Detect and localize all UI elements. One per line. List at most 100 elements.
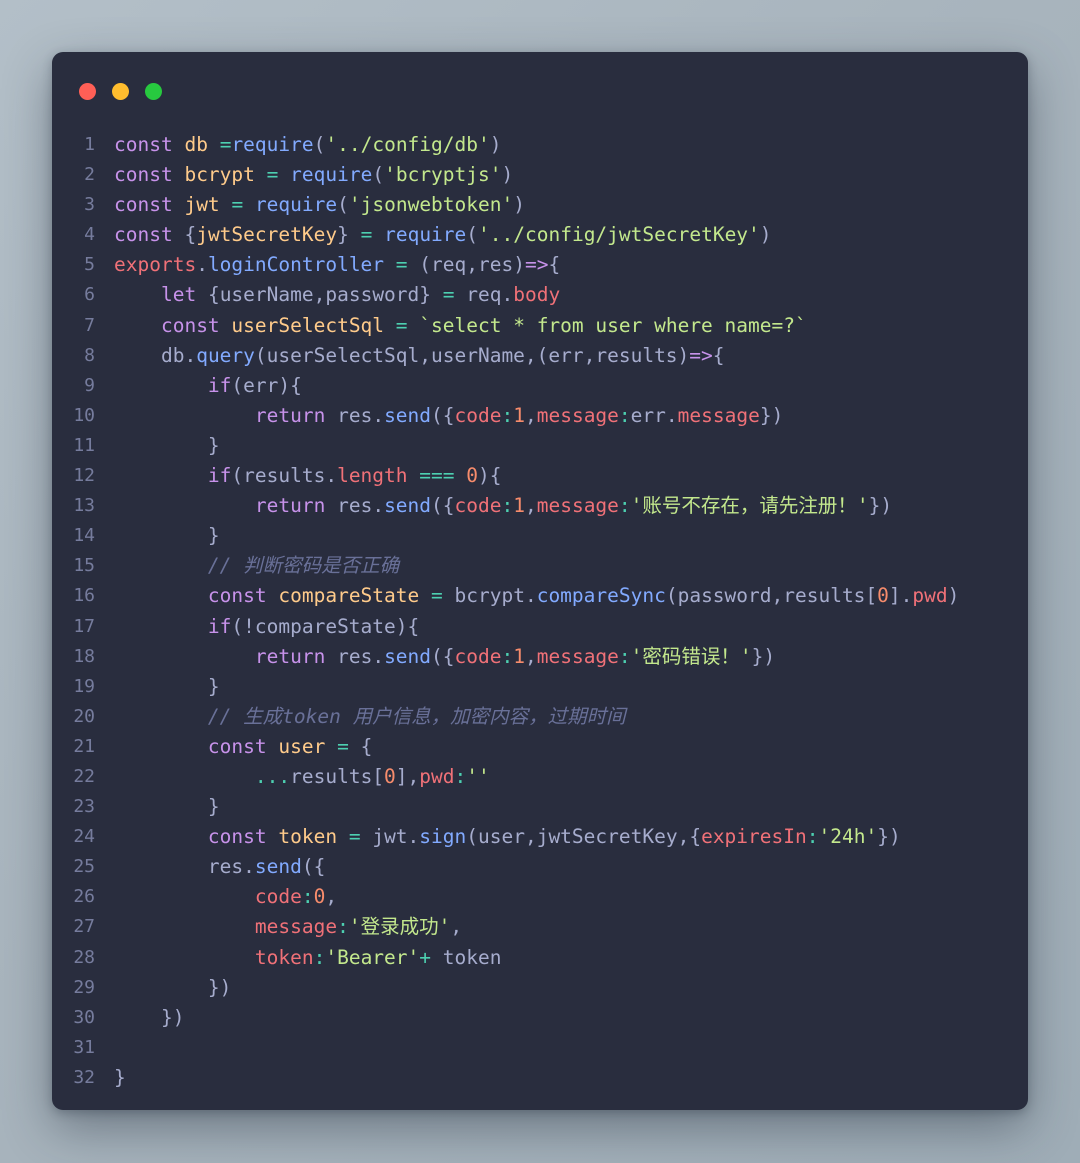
line-content: return res.send({code:1,message:'密码错误！'}… bbox=[254, 644, 776, 668]
code-line: 24 const token = jwt.sign(user,jwtSecret… bbox=[52, 822, 1028, 852]
line-content: if(results.length === 0){ bbox=[207, 464, 502, 488]
line-number: 23 bbox=[73, 796, 95, 818]
line-content: return res.send({code:1,message:err.mess… bbox=[254, 403, 784, 427]
code-line: 10 return res.send({code:1,message:err.m… bbox=[52, 401, 1028, 431]
line-number: 22 bbox=[73, 765, 95, 787]
code-line: 28 token:'Bearer'+ token bbox=[52, 943, 1028, 973]
line-number: 5 bbox=[84, 254, 95, 276]
line-content: code:0, bbox=[254, 885, 338, 909]
code-editor[interactable]: 1 const db =require('../config/db') 2 cons… bbox=[52, 130, 1028, 1093]
line-number: 2 bbox=[84, 164, 95, 186]
line-content: } bbox=[207, 795, 220, 819]
line-number: 4 bbox=[84, 224, 95, 246]
line-content: const {jwtSecretKey} = require('../confi… bbox=[114, 223, 772, 247]
window-title-bar bbox=[52, 52, 1028, 130]
code-line: 5 exports.loginController = (req,res)=>{ bbox=[52, 250, 1028, 280]
code-line: 8 db.query(userSelectSql,userName,(err,r… bbox=[52, 341, 1028, 371]
line-number: 29 bbox=[73, 976, 95, 998]
line-content: if(!compareState){ bbox=[207, 614, 420, 638]
line-content: res.send({ bbox=[207, 855, 326, 879]
line-number: 15 bbox=[73, 555, 95, 577]
code-line: 11 } bbox=[52, 431, 1028, 461]
line-number: 14 bbox=[73, 525, 95, 547]
code-line: 20 // 生成token 用户信息，加密内容，过期时间 bbox=[52, 702, 1028, 732]
line-number: 30 bbox=[73, 1006, 95, 1028]
line-number: 20 bbox=[73, 705, 95, 727]
code-line: 18 return res.send({code:1,message:'密码错误… bbox=[52, 642, 1028, 672]
code-line: 27 message:'登录成功', bbox=[52, 912, 1028, 942]
line-content: // 判断密码是否正确 bbox=[207, 554, 400, 578]
code-line: 6 let {userName,password} = req.body bbox=[52, 280, 1028, 310]
line-number: 27 bbox=[73, 916, 95, 938]
code-line: 22 ...results[0],pwd:'' bbox=[52, 762, 1028, 792]
code-snippet-window: 1 const db =require('../config/db') 2 cons… bbox=[52, 52, 1028, 1110]
line-number: 32 bbox=[73, 1066, 95, 1088]
line-number: 9 bbox=[84, 374, 95, 396]
line-number: 16 bbox=[73, 585, 95, 607]
line-content bbox=[114, 1033, 1028, 1063]
line-content: if(err){ bbox=[207, 373, 302, 397]
code-line: 13 return res.send({code:1,message:'账号不存… bbox=[52, 491, 1028, 521]
maximize-button[interactable] bbox=[145, 82, 162, 100]
code-line: 14 } bbox=[52, 521, 1028, 551]
line-number: 18 bbox=[73, 645, 95, 667]
line-content: } bbox=[207, 433, 220, 457]
code-line: 17 if(!compareState){ bbox=[52, 612, 1028, 642]
line-number: 12 bbox=[73, 465, 95, 487]
line-content: db.query(userSelectSql,userName,(err,res… bbox=[160, 343, 725, 367]
line-number: 25 bbox=[73, 856, 95, 878]
line-content: // 生成token 用户信息，加密内容，过期时间 bbox=[207, 704, 626, 728]
line-content: const token = jwt.sign(user,jwtSecretKey… bbox=[207, 825, 901, 849]
line-content: message:'登录成功', bbox=[254, 915, 463, 939]
line-number: 28 bbox=[73, 946, 95, 968]
code-line: 3 const jwt = require('jsonwebtoken') bbox=[52, 190, 1028, 220]
code-line: 1 const db =require('../config/db') bbox=[52, 130, 1028, 160]
line-content: } bbox=[207, 524, 220, 548]
line-content: exports.loginController = (req,res)=>{ bbox=[114, 253, 561, 277]
code-line: 9 if(err){ bbox=[52, 371, 1028, 401]
code-line: 21 const user = { bbox=[52, 732, 1028, 762]
code-line: 32} bbox=[52, 1063, 1028, 1093]
line-content: }) bbox=[160, 1005, 185, 1029]
line-number: 17 bbox=[73, 615, 95, 637]
code-line: 29 }) bbox=[52, 973, 1028, 1003]
close-button[interactable] bbox=[79, 82, 96, 100]
line-content: ...results[0],pwd:'' bbox=[254, 764, 490, 788]
code-line: 16 const compareState = bcrypt.compareSy… bbox=[52, 581, 1028, 611]
line-number: 6 bbox=[84, 284, 95, 306]
code-line: 2 const bcrypt = require('bcryptjs') bbox=[52, 160, 1028, 190]
line-content: const userSelectSql = `select * from use… bbox=[160, 313, 807, 337]
line-number: 7 bbox=[84, 314, 95, 336]
line-number: 24 bbox=[73, 826, 95, 848]
line-number: 8 bbox=[84, 344, 95, 366]
code-line: 26 code:0, bbox=[52, 882, 1028, 912]
line-content: }) bbox=[207, 975, 232, 999]
code-line: 31 bbox=[52, 1033, 1028, 1063]
line-content: const jwt = require('jsonwebtoken') bbox=[114, 193, 525, 217]
line-content: const compareState = bcrypt.compareSync(… bbox=[207, 584, 960, 608]
line-content: } bbox=[114, 1065, 126, 1089]
code-line: 25 res.send({ bbox=[52, 852, 1028, 882]
line-number: 13 bbox=[73, 495, 95, 517]
line-content: } bbox=[207, 674, 220, 698]
line-content: return res.send({code:1,message:'账号不存在，请… bbox=[254, 494, 893, 518]
code-line: 15 // 判断密码是否正确 bbox=[52, 551, 1028, 581]
line-number: 3 bbox=[84, 194, 95, 216]
line-content: const bcrypt = require('bcryptjs') bbox=[114, 163, 514, 187]
line-number: 21 bbox=[73, 735, 95, 757]
line-content: const db =require('../config/db') bbox=[114, 133, 502, 156]
code-line: 30 }) bbox=[52, 1003, 1028, 1033]
line-number: 11 bbox=[73, 434, 95, 456]
line-number: 19 bbox=[73, 675, 95, 697]
line-number: 31 bbox=[73, 1036, 95, 1058]
code-line: 12 if(results.length === 0){ bbox=[52, 461, 1028, 491]
minimize-button[interactable] bbox=[112, 82, 129, 100]
line-content: token:'Bearer'+ token bbox=[254, 945, 502, 969]
line-content: let {userName,password} = req.body bbox=[160, 283, 561, 307]
line-content: const user = { bbox=[207, 734, 373, 758]
code-line: 7 const userSelectSql = `select * from u… bbox=[52, 311, 1028, 341]
code-line: 23 } bbox=[52, 792, 1028, 822]
line-number: 10 bbox=[73, 404, 95, 426]
line-number: 1 bbox=[84, 134, 95, 155]
code-line: 19 } bbox=[52, 672, 1028, 702]
